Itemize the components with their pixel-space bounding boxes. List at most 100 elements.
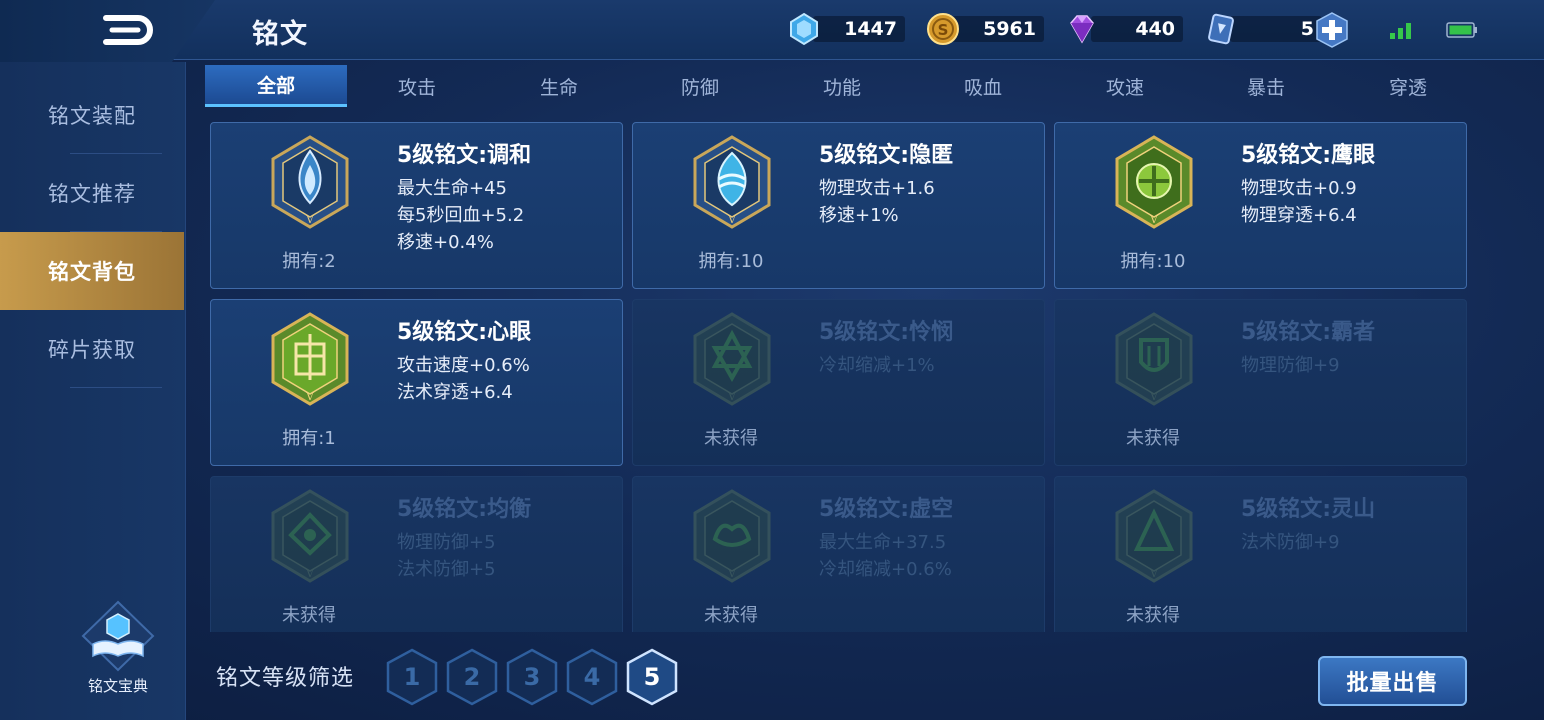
rune-name: 5级铭文:均衡: [397, 497, 532, 522]
level-label: 4: [583, 663, 601, 691]
rune-stats: 物理攻击+0.9 物理穿透+6.4: [1241, 175, 1357, 229]
currency-value: 1447: [813, 16, 905, 42]
rune-stat: 移速+0.4%: [397, 232, 494, 253]
currency-purple-diamond: 440: [1065, 12, 1183, 46]
bulk-sell-button[interactable]: 批量出售: [1318, 656, 1467, 706]
rune-card[interactable]: V 5级铭文:怜悯 冷却缩减+1% 未获得: [632, 299, 1045, 466]
rune-emblem-icon: V: [693, 489, 771, 583]
svg-text:V: V: [305, 569, 314, 580]
battery-icon: [1446, 22, 1477, 38]
level-filter-5[interactable]: 5: [625, 648, 679, 706]
rune-name: 5级铭文:鹰眼: [1241, 143, 1376, 168]
rune-name: 5级铭文:怜悯: [819, 320, 954, 345]
level-filter-3[interactable]: 3: [505, 648, 559, 706]
level-label: 3: [523, 663, 541, 691]
rune-emblem-icon: V: [1115, 135, 1193, 229]
rune-name: 5级铭文:霸者: [1241, 320, 1376, 345]
rune-card[interactable]: V 5级铭文:隐匿 物理攻击+1.6 移速+1% 拥有:10: [632, 122, 1045, 289]
currency-value: 440: [1091, 16, 1183, 42]
rune-stats: 物理防御+5 法术防御+5: [397, 529, 496, 583]
rune-owned-status: 未获得: [704, 428, 758, 449]
currency-ticket: 5: [1204, 12, 1322, 46]
tab-attack-speed[interactable]: 攻速: [1054, 65, 1196, 107]
rune-emblem-icon: V: [271, 135, 349, 229]
rune-name: 5级铭文:虚空: [819, 497, 954, 522]
rune-card[interactable]: V 5级铭文:心眼 攻击速度+0.6% 法术穿透+6.4 拥有:1: [210, 299, 623, 466]
tab-crit[interactable]: 暴击: [1195, 65, 1337, 107]
rune-card[interactable]: V 5级铭文:虚空 最大生命+37.5 冷却缩减+0.6% 未获得: [632, 476, 1045, 632]
rune-name: 5级铭文:隐匿: [819, 143, 954, 168]
tab-all[interactable]: 全部: [205, 65, 347, 107]
rune-name: 5级铭文:灵山: [1241, 497, 1376, 522]
signal-icon: [1390, 23, 1411, 39]
tab-health[interactable]: 生命: [488, 65, 630, 107]
sidebar-item-equip[interactable]: 铭文装配: [0, 76, 184, 154]
svg-text:V: V: [1149, 569, 1158, 580]
rune-card[interactable]: V 5级铭文:鹰眼 物理攻击+0.9 物理穿透+6.4 拥有:10: [1054, 122, 1467, 289]
plus-icon: [1316, 12, 1348, 48]
rune-owned-status: 未获得: [704, 605, 758, 626]
ice-crystal-icon: [790, 12, 818, 46]
rune-stats: 法术防御+9: [1241, 529, 1340, 556]
level-filter-label: 铭文等级筛选: [216, 666, 355, 691]
rune-stat: 物理攻击+0.9: [1241, 178, 1357, 199]
rune-owned-status: 未获得: [1126, 428, 1180, 449]
rune-stat: 每5秒回血+5.2: [397, 205, 525, 226]
svg-text:V: V: [1149, 392, 1158, 403]
add-ticket-button[interactable]: [1314, 11, 1350, 49]
svg-text:V: V: [727, 569, 736, 580]
category-tabs: 全部 攻击 生命 防御 功能 吸血 攻速 暴击 穿透: [205, 65, 1480, 109]
rune-stat: 攻击速度+0.6%: [397, 355, 530, 376]
svg-text:V: V: [305, 392, 314, 403]
svg-text:V: V: [1149, 215, 1158, 226]
tab-utility[interactable]: 功能: [771, 65, 913, 107]
level-label: 5: [643, 663, 661, 691]
rune-owned-count: 拥有:10: [1120, 251, 1186, 272]
top-bar: 铭文 1447 S 5961 440 5: [0, 0, 1544, 62]
rune-grid: V 5级铭文:调和 最大生命+45 每5秒回血+5.2 移速+0.4% 拥有:2…: [210, 122, 1467, 632]
rune-stat: 物理攻击+1.6: [819, 178, 935, 199]
rune-owned-count: 拥有:1: [282, 428, 336, 449]
back-button[interactable]: [98, 12, 156, 48]
svg-text:S: S: [938, 21, 949, 39]
level-filter-1[interactable]: 1: [385, 648, 439, 706]
rune-stats: 最大生命+45 每5秒回血+5.2 移速+0.4%: [397, 175, 524, 256]
rune-owned-count: 拥有:10: [698, 251, 764, 272]
divider: [70, 387, 162, 388]
tab-defense[interactable]: 防御: [629, 65, 771, 107]
rune-card[interactable]: V 5级铭文:调和 最大生命+45 每5秒回血+5.2 移速+0.4% 拥有:2: [210, 122, 623, 289]
currency-gold-coin: S 5961: [926, 12, 1044, 46]
svg-text:V: V: [727, 215, 736, 226]
codex-book-icon: [81, 600, 155, 672]
level-filter-4[interactable]: 4: [565, 648, 619, 706]
codex-label: 铭文宝典: [87, 677, 148, 695]
rune-emblem-icon: V: [693, 312, 771, 406]
gold-coin-icon: S: [927, 13, 959, 45]
rune-codex-button[interactable]: 铭文宝典: [70, 600, 170, 700]
rune-card[interactable]: V 5级铭文:均衡 物理防御+5 法术防御+5 未获得: [210, 476, 623, 632]
currency-ice-crystal: 1447: [787, 12, 905, 46]
sidebar-item-label: 铭文推荐: [48, 182, 136, 206]
tab-lifesteal[interactable]: 吸血: [912, 65, 1054, 107]
rune-stat: 法术防御+9: [1241, 532, 1340, 553]
sidebar-item-label: 铭文背包: [48, 260, 136, 284]
tab-attack[interactable]: 攻击: [346, 65, 488, 107]
tab-penetration[interactable]: 穿透: [1337, 65, 1479, 107]
rune-stat: 最大生命+37.5: [819, 532, 947, 553]
rune-stat: 冷却缩减+1%: [819, 355, 935, 376]
back-arrow-icon: [103, 15, 153, 45]
sidebar-item-backpack[interactable]: 铭文背包: [0, 232, 184, 310]
sidebar-item-recommend[interactable]: 铭文推荐: [0, 154, 184, 232]
rune-stats: 物理防御+9: [1241, 352, 1340, 379]
rune-stat: 冷却缩减+0.6%: [819, 559, 952, 580]
rune-owned-status: 未获得: [1126, 605, 1180, 626]
rune-stat: 物理穿透+6.4: [1241, 205, 1357, 226]
level-filter-2[interactable]: 2: [445, 648, 499, 706]
sidebar-item-fragments[interactable]: 碎片获取: [0, 310, 184, 388]
rune-stat: 物理防御+5: [397, 532, 496, 553]
rune-card[interactable]: V 5级铭文:霸者 物理防御+9 未获得: [1054, 299, 1467, 466]
rune-owned-count: 拥有:2: [282, 251, 336, 272]
ticket-card-icon: [1208, 13, 1234, 45]
rune-card[interactable]: V 5级铭文:灵山 法术防御+9 未获得: [1054, 476, 1467, 632]
svg-text:V: V: [727, 392, 736, 403]
